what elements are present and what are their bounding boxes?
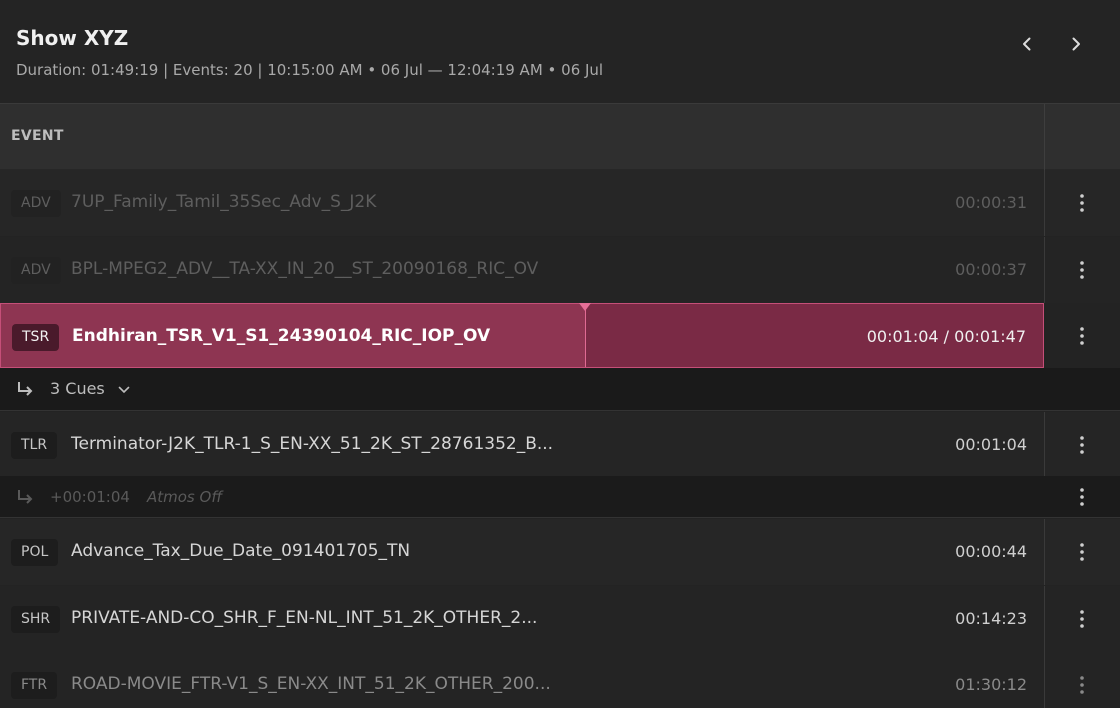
row-menu-button[interactable] [1064, 429, 1100, 461]
event-name: Advance_Tax_Due_Date_091401705_TN [71, 541, 411, 561]
event-row-main[interactable]: TSR Endhiran_TSR_V1_S1_24390104_RIC_IOP_… [0, 303, 1044, 368]
row-menu-button[interactable] [1064, 320, 1100, 352]
row-divider [1044, 170, 1045, 236]
event-elapsed-duration: 00:01:04 / 00:01:47 [866, 327, 1026, 346]
event-column-header: EVENT [11, 128, 64, 144]
event-duration: 00:00:44 [955, 542, 1027, 561]
event-name: ROAD-MOVIE_FTR-V1_S_EN-XX_INT_51_2K_OTHE… [71, 674, 551, 694]
event-name: PRIVATE-AND-CO_SHR_F_EN-NL_INT_51_2K_OTH… [71, 608, 538, 628]
sub-arrow-icon [18, 382, 33, 396]
event-row-main[interactable]: ADV 7UP_Family_Tamil_35Sec_Adv_S_J2K 00:… [0, 170, 1044, 236]
event-row-main[interactable]: TLR Terminator-J2K_TLR-1_S_EN-XX_51_2K_S… [0, 412, 1044, 476]
show-header: Show XYZ Duration: 01:49:19 | Events: 20… [0, 0, 1120, 104]
sub-arrow-icon [18, 490, 33, 504]
playhead-marker[interactable] [579, 303, 591, 311]
more-vertical-icon [1080, 676, 1084, 694]
row-menu-button[interactable] [1064, 536, 1100, 568]
event-row[interactable]: POL Advance_Tax_Due_Date_091401705_TN 00… [0, 519, 1120, 585]
show-summary: Duration: 01:49:19 | Events: 20 | 10:15:… [16, 61, 604, 79]
more-vertical-icon [1080, 610, 1084, 628]
playhead-line[interactable] [585, 304, 586, 367]
more-vertical-icon [1080, 194, 1084, 212]
event-type-badge: SHR [11, 606, 61, 633]
event-row-playing[interactable]: TSR Endhiran_TSR_V1_S1_24390104_RIC_IOP_… [0, 303, 1120, 368]
event-duration: 00:00:37 [955, 260, 1027, 279]
event-row-main[interactable]: ADV BPL-MPEG2_ADV__TA-XX_IN_20__ST_20090… [0, 237, 1044, 303]
event-name: Endhiran_TSR_V1_S1_24390104_RIC_IOP_OV [72, 326, 491, 346]
event-type-badge: ADV [11, 190, 61, 217]
column-divider [1044, 104, 1045, 170]
more-vertical-icon [1080, 436, 1084, 454]
row-menu-button[interactable] [1064, 603, 1100, 635]
row-divider [1044, 652, 1045, 708]
event-type-badge: ADV [11, 257, 61, 284]
cue-menu-button[interactable] [1064, 481, 1100, 513]
event-duration: 00:01:04 [955, 435, 1027, 454]
cues-count[interactable]: 3 Cues [50, 379, 105, 398]
table-header: EVENT [0, 104, 1120, 170]
event-type-badge: POL [11, 539, 59, 566]
show-title: Show XYZ [16, 26, 129, 50]
event-row[interactable]: SHR PRIVATE-AND-CO_SHR_F_EN-NL_INT_51_2K… [0, 586, 1120, 652]
cues-toggle-row[interactable]: 3 Cues [0, 368, 1120, 411]
event-duration: 01:30:12 [955, 675, 1027, 694]
cue-name: Atmos Off [147, 488, 223, 506]
event-row[interactable]: FTR ROAD-MOVIE_FTR-V1_S_EN-XX_INT_51_2K_… [0, 652, 1120, 708]
chevron-left-icon [1023, 37, 1031, 51]
previous-button[interactable] [1013, 30, 1041, 58]
more-vertical-icon [1080, 543, 1084, 561]
more-vertical-icon [1080, 327, 1084, 345]
row-divider [1044, 586, 1045, 652]
event-row-main[interactable]: SHR PRIVATE-AND-CO_SHR_F_EN-NL_INT_51_2K… [0, 586, 1044, 652]
event-row[interactable]: ADV BPL-MPEG2_ADV__TA-XX_IN_20__ST_20090… [0, 237, 1120, 303]
chevron-down-icon[interactable] [118, 386, 130, 394]
chevron-right-icon [1072, 37, 1080, 51]
row-divider [1044, 412, 1045, 476]
more-vertical-icon [1080, 261, 1084, 279]
row-menu-button[interactable] [1064, 669, 1100, 701]
event-name: BPL-MPEG2_ADV__TA-XX_IN_20__ST_20090168_… [71, 259, 539, 279]
event-row[interactable]: ADV 7UP_Family_Tamil_35Sec_Adv_S_J2K 00:… [0, 170, 1120, 236]
row-divider [1044, 237, 1045, 303]
event-name: 7UP_Family_Tamil_35Sec_Adv_S_J2K [71, 192, 377, 212]
event-type-badge: TSR [12, 324, 60, 351]
row-menu-button[interactable] [1064, 254, 1100, 286]
cue-row[interactable]: +00:01:04 Atmos Off [0, 476, 1120, 518]
cue-offset: +00:01:04 [50, 488, 130, 506]
row-menu-button[interactable] [1064, 187, 1100, 219]
event-duration: 00:14:23 [955, 609, 1027, 628]
next-button[interactable] [1062, 30, 1090, 58]
event-row-main[interactable]: FTR ROAD-MOVIE_FTR-V1_S_EN-XX_INT_51_2K_… [0, 652, 1044, 708]
row-divider [1044, 519, 1045, 585]
event-row-main[interactable]: POL Advance_Tax_Due_Date_091401705_TN 00… [0, 519, 1044, 585]
more-vertical-icon [1080, 488, 1084, 506]
event-type-badge: FTR [11, 672, 58, 699]
event-row[interactable]: TLR Terminator-J2K_TLR-1_S_EN-XX_51_2K_S… [0, 412, 1120, 476]
event-duration: 00:00:31 [955, 193, 1027, 212]
event-name: Terminator-J2K_TLR-1_S_EN-XX_51_2K_ST_28… [71, 434, 554, 454]
event-type-badge: TLR [11, 432, 58, 459]
